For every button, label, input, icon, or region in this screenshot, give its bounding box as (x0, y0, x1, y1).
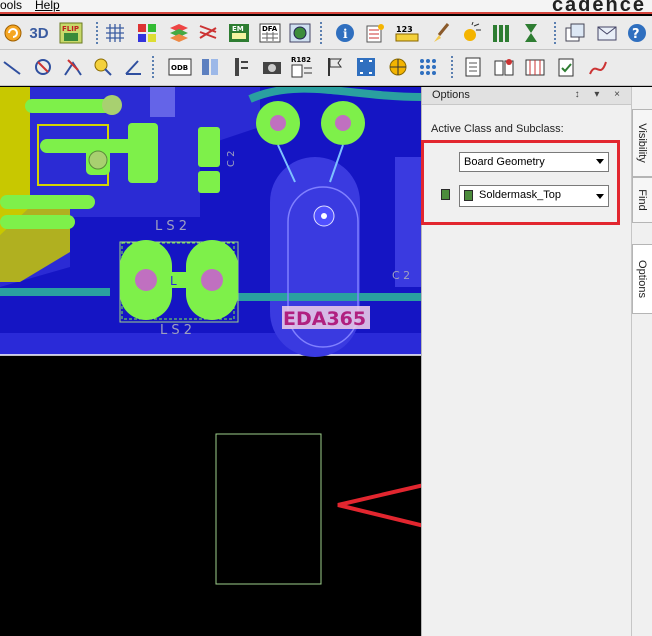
wrench-icon[interactable] (228, 54, 254, 80)
3d-view-icon[interactable]: 3D (26, 20, 52, 46)
measure-icon[interactable]: 123 (394, 20, 420, 46)
help-icon[interactable]: ? (624, 20, 650, 46)
windows-icon[interactable] (562, 20, 588, 46)
book-icon[interactable] (491, 54, 517, 80)
toolbar-separator (152, 56, 154, 78)
measure-label: 123 (396, 25, 413, 34)
odb-icon[interactable]: ODB (167, 54, 193, 80)
flip-label: FLIP (62, 25, 79, 33)
watermark: EDA365 (283, 308, 366, 330)
odb-label: ODB (171, 64, 188, 72)
highlight-box (421, 140, 620, 225)
flip-icon[interactable]: FLIP (58, 20, 84, 46)
zoom-icon[interactable] (90, 54, 116, 80)
refdes-label: C 2 (392, 269, 410, 282)
color-icon[interactable] (134, 20, 160, 46)
svg-text:i: i (343, 27, 348, 41)
menu-tools[interactable]: ools (0, 0, 22, 12)
toolbar-separator (554, 22, 556, 44)
red-arrow (337, 483, 421, 528)
circle-icon[interactable] (30, 54, 56, 80)
property-icon[interactable] (362, 20, 388, 46)
mail-icon[interactable] (594, 20, 620, 46)
split-icon[interactable] (197, 54, 223, 80)
options-panel-header: Options ↕ ▾ × (422, 87, 632, 105)
vertical-tab-strip: Visibility Find Options (631, 87, 652, 636)
check-icon[interactable] (553, 54, 579, 80)
refdes-label: L (170, 274, 177, 288)
grid-icon[interactable] (102, 20, 128, 46)
info-icon[interactable]: i (332, 20, 358, 46)
line-icon[interactable] (0, 54, 26, 80)
options-panel-title: Options (432, 89, 470, 101)
fm-icon[interactable]: EM (226, 20, 252, 46)
secondary-toolbar: ODB R182 (0, 50, 652, 86)
fm-label: EM (232, 25, 244, 33)
design-canvas[interactable]: L S 2 L S 2 L C 2 C 2 EDA365 (0, 87, 421, 636)
board-geometry-shape[interactable] (215, 433, 322, 585)
pcb-drawing: L S 2 L S 2 L C 2 C 2 EDA365 (0, 87, 421, 585)
refdes-label: C 2 (226, 150, 237, 167)
dfa-icon[interactable]: DFA (257, 20, 283, 46)
via (88, 150, 108, 170)
menu-bar: ools Help cadence (0, 0, 652, 16)
drill-hole (335, 115, 351, 131)
tab-visibility[interactable]: Visibility (632, 109, 652, 177)
doc-icon[interactable] (460, 54, 486, 80)
light-icon[interactable] (458, 20, 484, 46)
camera-icon[interactable] (259, 54, 285, 80)
toolbar-separator (96, 22, 98, 44)
route-icon[interactable] (585, 54, 611, 80)
tab-options[interactable]: Options (632, 244, 652, 314)
tp-icon[interactable] (385, 54, 411, 80)
dfa-label: DFA (262, 25, 278, 33)
globe-icon[interactable] (287, 20, 313, 46)
bars-icon[interactable] (488, 20, 514, 46)
drill-hole (135, 269, 157, 291)
flag-icon[interactable] (322, 54, 348, 80)
layers-icon[interactable] (166, 20, 192, 46)
refdes-label: L S 2 (155, 219, 187, 234)
r182-label: R182 (291, 56, 311, 64)
undo-icon[interactable] (0, 20, 26, 46)
tab-options-label: Options (636, 260, 648, 298)
hourglass-icon[interactable] (518, 20, 544, 46)
tab-find-label: Find (636, 189, 648, 211)
active-class-label: Active Class and Subclass: (431, 123, 564, 135)
via-center (321, 213, 327, 219)
via (102, 95, 122, 115)
select-icon[interactable] (353, 54, 379, 80)
array-icon[interactable] (415, 54, 441, 80)
r182-icon[interactable]: R182 (290, 54, 316, 80)
trim-icon[interactable] (60, 54, 86, 80)
brush-icon[interactable] (428, 20, 454, 46)
tab-find[interactable]: Find (632, 177, 652, 223)
drill-hole (270, 115, 286, 131)
panel-controls[interactable]: ↕ ▾ × (575, 89, 626, 100)
refdes-label: L S 2 (160, 323, 192, 338)
angle-icon[interactable] (120, 54, 146, 80)
plane-region (150, 87, 175, 117)
route-layers-icon[interactable] (195, 20, 221, 46)
board-edge-band (0, 333, 421, 355)
toolbar-separator (320, 22, 322, 44)
cadence-logo: cadence (551, 0, 646, 16)
menu-help[interactable]: Help (35, 0, 60, 12)
drill-hole (201, 269, 223, 291)
tab-visibility-label: Visibility (636, 123, 648, 163)
main-toolbar: 3D FLIP EM DFA i 123 ? (0, 16, 652, 50)
svg-text:?: ? (632, 27, 640, 42)
toolbar-separator (451, 56, 453, 78)
shelf-icon[interactable] (522, 54, 548, 80)
plane-region (395, 157, 421, 287)
